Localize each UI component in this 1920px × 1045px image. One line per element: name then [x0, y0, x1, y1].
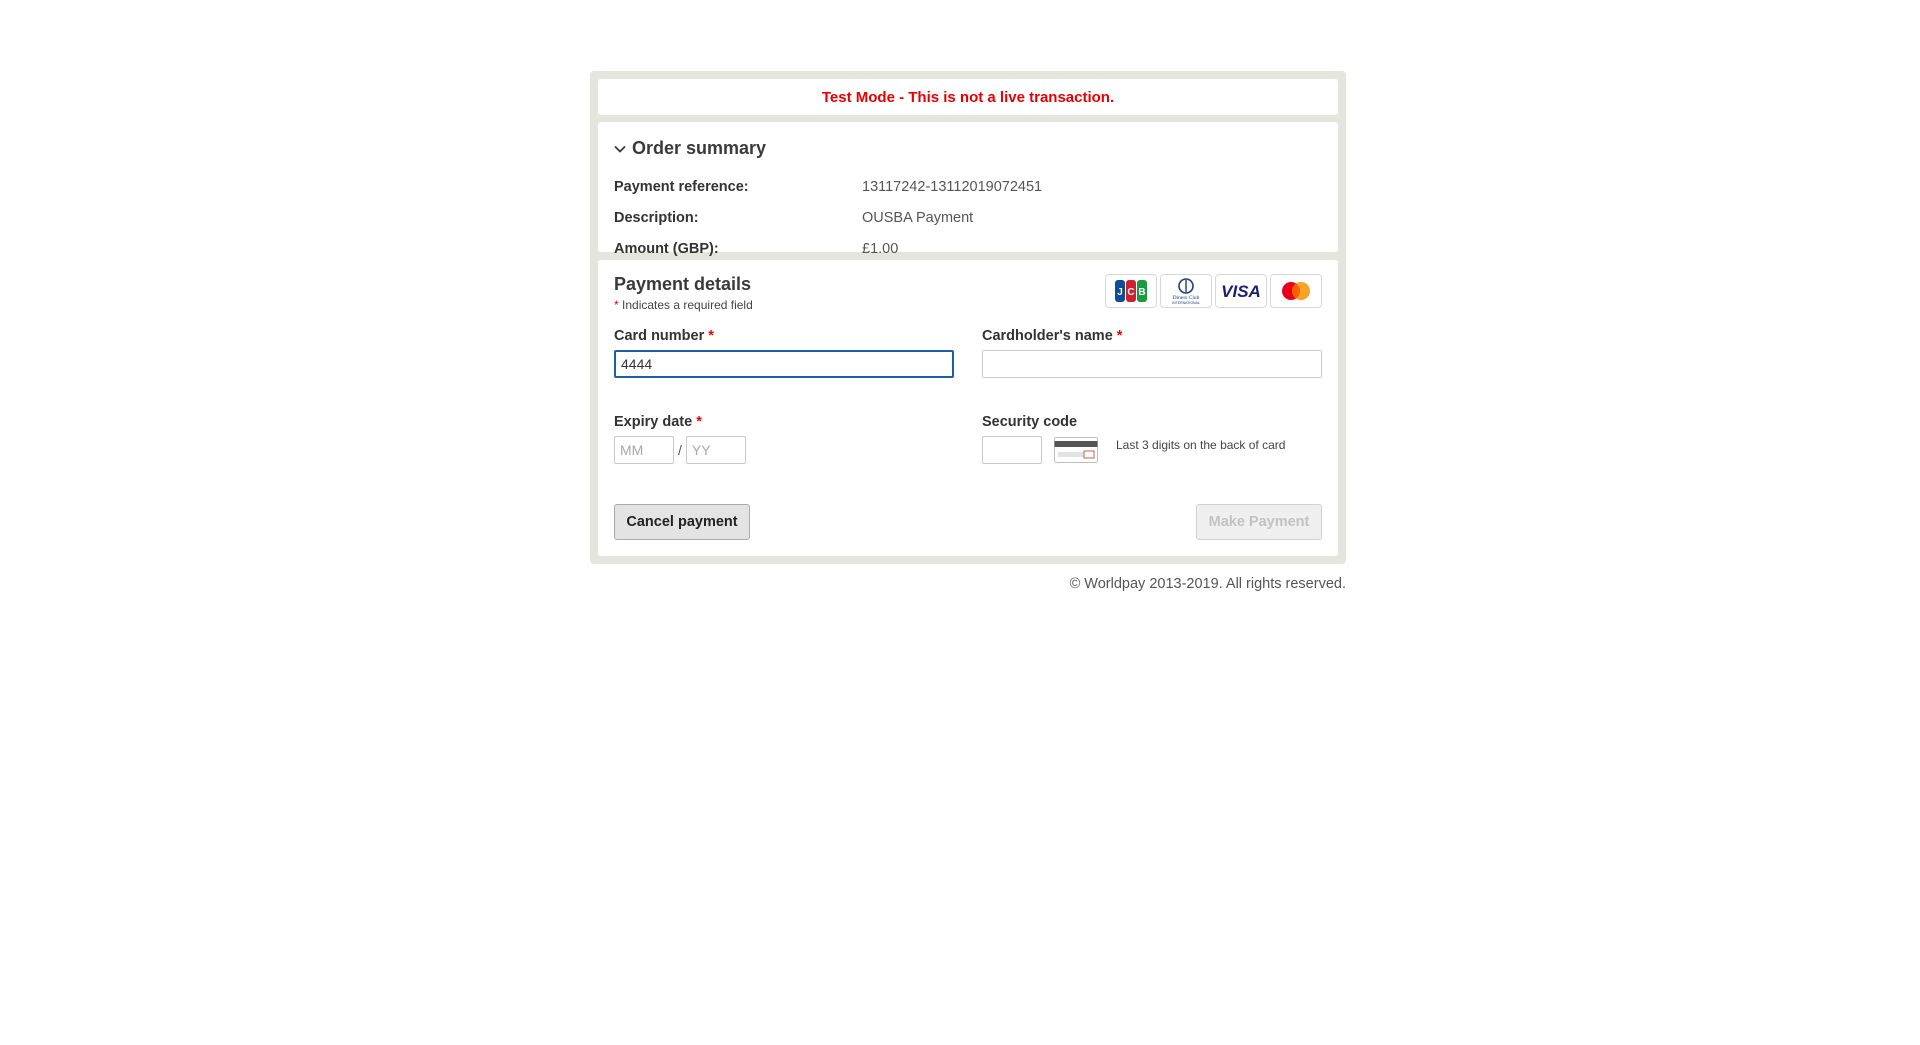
required-star: * [708, 328, 714, 344]
description-label: Description: [614, 209, 699, 226]
expiry-inputs: / [614, 436, 954, 464]
payment-frame: Test Mode - This is not a live transacti… [590, 71, 1346, 564]
card-number-label-text: Card number [614, 328, 705, 344]
required-star: * [1116, 328, 1123, 344]
security-code-group: Security code Last 3 digits on the back … [982, 414, 1322, 464]
expiry-date-group: Expiry date * / [614, 414, 954, 464]
payment-details-panel: Payment details * Indicates a required f… [598, 260, 1338, 556]
test-mode-text: Test Mode - This is not a live transacti… [821, 88, 1115, 106]
card-number-input[interactable] [614, 350, 954, 378]
summary-row-description: Description: OUSBA Payment [614, 202, 1322, 233]
expiry-separator: / [678, 442, 682, 458]
cardholder-name-label-text: Cardholder's name [982, 328, 1113, 344]
required-note-text: Indicates a required field [622, 298, 753, 312]
make-payment-button[interactable]: Make Payment [1196, 504, 1322, 540]
cancel-payment-button[interactable]: Cancel payment [614, 504, 750, 540]
diners-club-logo-icon: Diners Club INTERNATIONAL [1160, 274, 1212, 308]
reference-label: Payment reference: [614, 178, 749, 195]
card-number-group: Card number * [614, 328, 954, 378]
security-code-input[interactable] [982, 436, 1042, 464]
summary-row-reference: Payment reference: 13117242-131120190724… [614, 171, 1322, 202]
required-star: * [696, 414, 702, 430]
chevron-down-icon [614, 145, 626, 153]
test-mode-banner: Test Mode - This is not a live transacti… [598, 79, 1338, 115]
accepted-cards: J C B Diners Club INTERNATIONAL VISA [1105, 274, 1322, 308]
security-code-label: Security code [982, 414, 1078, 430]
security-code-hint: Last 3 digits on the back of card [1116, 438, 1286, 452]
order-summary-panel: Order summary Payment reference: 1311724… [598, 122, 1338, 257]
cardholder-name-label: Cardholder's name * [982, 328, 1322, 344]
reference-value: 13117242-13112019072451 [862, 178, 1043, 195]
amount-label: Amount (GBP): [614, 240, 719, 257]
expiry-year-input[interactable] [685, 436, 746, 464]
expiry-date-label: Expiry date * [614, 414, 954, 430]
jcb-letter-b: B [1138, 287, 1145, 298]
security-code-row: Last 3 digits on the back of card [982, 436, 1322, 464]
required-star: * [614, 298, 619, 312]
card-back-cvv-icon [1054, 437, 1098, 463]
cardholder-name-group: Cardholder's name * [982, 328, 1322, 378]
mastercard-logo-icon [1270, 274, 1322, 308]
diners-line2: INTERNATIONAL [1172, 301, 1200, 305]
visa-logo-icon: VISA [1215, 274, 1267, 308]
visa-text: VISA [1221, 282, 1261, 301]
jcb-letter-c: C [1127, 287, 1134, 298]
jcb-letter-j: J [1117, 287, 1123, 298]
cardholder-name-input[interactable] [982, 350, 1322, 378]
order-summary-toggle[interactable]: Order summary [614, 138, 1322, 159]
expiry-month-input[interactable] [614, 436, 674, 464]
order-summary-title: Order summary [632, 138, 767, 158]
expiry-date-label-text: Expiry date [614, 414, 693, 430]
card-number-label: Card number * [614, 328, 954, 344]
description-value: OUSBA Payment [862, 209, 974, 226]
payment-page: Test Mode - This is not a live transacti… [590, 71, 1346, 592]
copyright-footer: © Worldpay 2013-2019. All rights reserve… [1069, 576, 1346, 592]
jcb-logo-icon: J C B [1105, 274, 1157, 308]
amount-value: £1.00 [862, 240, 899, 257]
